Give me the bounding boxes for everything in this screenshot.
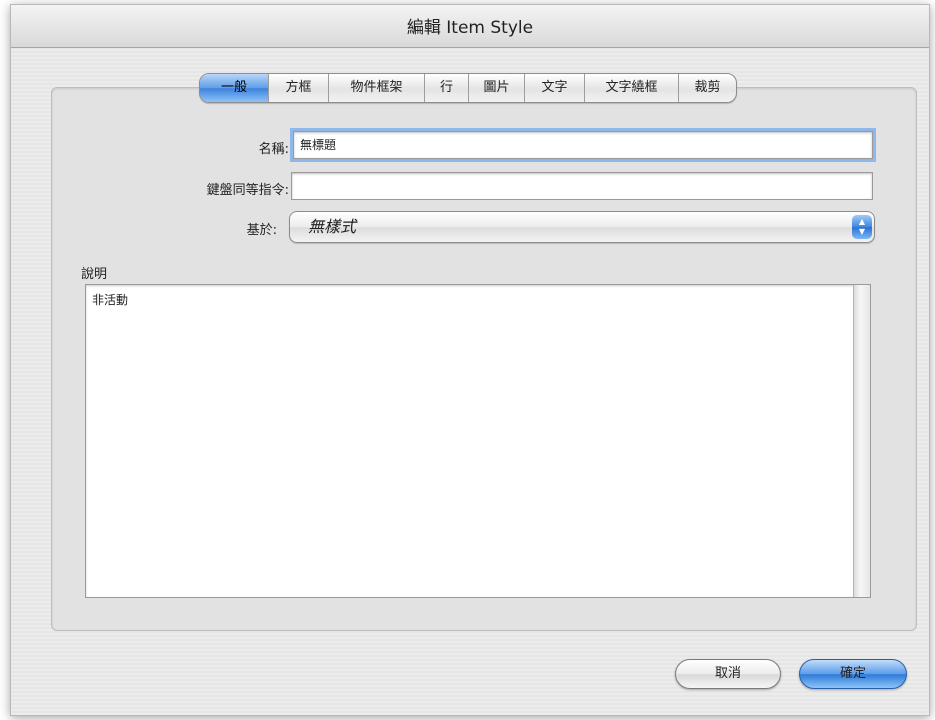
name-field[interactable]: 無標題 [290, 128, 876, 162]
popup-arrows-icon: ▲ ▼ [852, 215, 872, 239]
based-on-label: 基於: [246, 223, 277, 238]
tab-general[interactable]: 一般 [200, 74, 268, 102]
tab-runaround[interactable]: 文字繞框 [584, 74, 678, 102]
tab-text[interactable]: 文字 [524, 74, 584, 102]
edit-item-style-dialog: 編輯 Item Style 一般 方框 物件框架 行 圖片 文字 文字繞框 裁剪… [10, 4, 930, 716]
description-field[interactable]: 非活動 [85, 284, 871, 598]
shortcut-field[interactable] [291, 172, 873, 200]
tab-clipping[interactable]: 裁剪 [678, 74, 736, 102]
tab-frame[interactable]: 物件框架 [328, 74, 424, 102]
tab-bar: 一般 方框 物件框架 行 圖片 文字 文字繞框 裁剪 [199, 73, 737, 103]
window-title: 編輯 Item Style [11, 5, 929, 48]
tab-box[interactable]: 方框 [268, 74, 328, 102]
ok-button[interactable]: 確定 [799, 659, 907, 689]
name-label: 名稱: [258, 142, 289, 157]
shortcut-label: 鍵盤同等指令: [206, 183, 289, 198]
description-text: 非活動 [92, 293, 129, 307]
tab-picture[interactable]: 圖片 [468, 74, 524, 102]
description-label: 說明 [81, 267, 108, 282]
based-on-popup[interactable]: 無樣式 ▲ ▼ [289, 211, 875, 243]
cancel-button[interactable]: 取消 [675, 659, 781, 689]
based-on-value: 無樣式 [308, 217, 357, 236]
tab-line[interactable]: 行 [424, 74, 468, 102]
description-scrollbar[interactable] [853, 285, 870, 597]
